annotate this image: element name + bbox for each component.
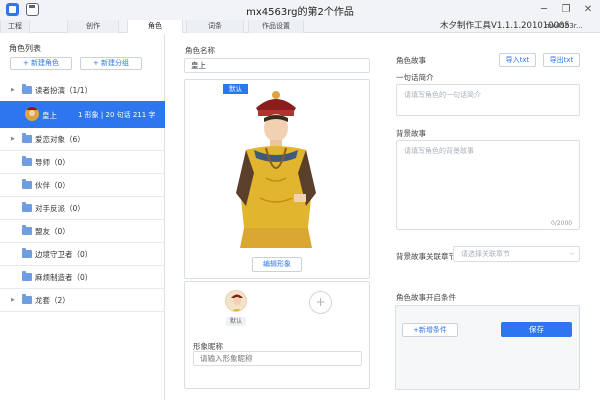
role-name-input[interactable] bbox=[184, 58, 370, 73]
image-list-panel bbox=[184, 281, 370, 389]
thumbnail-default-label: 默认 bbox=[226, 317, 246, 326]
group-ally[interactable]: 盟友（0） bbox=[0, 220, 165, 243]
group-extras[interactable]: ▶ 龙套（2） bbox=[0, 289, 165, 312]
intro-input[interactable]: 请填写角色的一句话简介 bbox=[396, 84, 580, 116]
role-name: 皇上 bbox=[42, 111, 57, 120]
group-label: 导师（0） bbox=[35, 158, 70, 167]
new-group-button[interactable]: + 新建分组 bbox=[80, 57, 142, 70]
folder-icon bbox=[22, 156, 32, 166]
folder-icon bbox=[22, 84, 32, 94]
folder-icon bbox=[22, 248, 32, 258]
group-label: 读者扮演（1/1） bbox=[35, 86, 93, 95]
tab-work-settings[interactable]: 作品设置 bbox=[248, 20, 304, 33]
folder-icon bbox=[22, 294, 32, 304]
add-condition-button[interactable]: +新增条件 bbox=[402, 323, 458, 337]
select-placeholder: 请选择关联章节 bbox=[461, 250, 510, 258]
user-name[interactable]: mx4563r... bbox=[545, 20, 583, 33]
expand-arrow-icon[interactable]: ▶ bbox=[11, 297, 15, 303]
role-story-title: 角色故事 bbox=[396, 56, 426, 65]
folder-icon bbox=[22, 271, 32, 281]
group-villain[interactable]: 对手反派（0） bbox=[0, 197, 165, 220]
group-label: 盟友（0） bbox=[35, 227, 70, 236]
folder-icon bbox=[22, 225, 32, 235]
folder-icon bbox=[22, 202, 32, 212]
role-item-selected[interactable]: 皇上 1 形象 | 20 句话 211 字 bbox=[0, 101, 165, 128]
edit-image-button[interactable]: 编辑形象 bbox=[252, 257, 302, 272]
background-story-label: 背景故事 bbox=[396, 129, 426, 138]
group-love[interactable]: ▶ 爱恋对象（6） bbox=[0, 128, 165, 151]
tab-role[interactable]: 角色 bbox=[127, 20, 183, 33]
image-thumbnail[interactable] bbox=[225, 290, 247, 312]
role-name-label: 角色名称 bbox=[185, 46, 215, 55]
group-guardian[interactable]: 边境守卫者（0） bbox=[0, 243, 165, 266]
window-title: mx4563rg的第2个作品 bbox=[246, 7, 354, 18]
group-label: 龙套（2） bbox=[35, 296, 70, 305]
tab-entries[interactable]: 词条 bbox=[186, 20, 244, 33]
group-mentor[interactable]: 导师（0） bbox=[0, 151, 165, 174]
group-label: 爱恋对象（6） bbox=[35, 135, 85, 144]
import-txt-button[interactable]: 导入txt bbox=[499, 53, 536, 67]
image-name-input[interactable] bbox=[193, 351, 362, 366]
save-button[interactable]: 保存 bbox=[501, 322, 572, 337]
group-partner[interactable]: 伙伴（0） bbox=[0, 174, 165, 197]
char-counter: 0/2000 bbox=[551, 220, 573, 227]
chevron-down-icon: ⌵ bbox=[569, 250, 574, 257]
tab-bar: 工程 创作 角色 词条 作品设置 木夕制作工具V1.1.1.201010005 … bbox=[0, 20, 600, 33]
group-reader[interactable]: ▶ 读者扮演（1/1） bbox=[0, 79, 165, 102]
close-icon[interactable]: ✕ bbox=[579, 2, 597, 18]
background-story-input[interactable]: 请填写角色的背景故事 bbox=[396, 140, 580, 230]
folder-icon bbox=[22, 133, 32, 143]
new-role-button[interactable]: + 新建角色 bbox=[10, 57, 72, 70]
related-chapter-label: 背景故事关联章节 bbox=[396, 252, 456, 261]
expand-arrow-icon[interactable]: ▶ bbox=[11, 87, 15, 93]
role-list-panel: 角色列表 + 新建角色 + 新建分组 ▶ 读者扮演（1/1） 皇上 1 形象 |… bbox=[0, 34, 165, 400]
group-troublemaker[interactable]: 麻烦制造者（0） bbox=[0, 266, 165, 289]
intro-label: 一句话简介 bbox=[396, 73, 434, 82]
add-image-button[interactable]: + bbox=[309, 291, 332, 314]
role-list-title: 角色列表 bbox=[9, 44, 41, 53]
tab-create[interactable]: 创作 bbox=[67, 20, 119, 33]
expand-arrow-icon[interactable]: ▶ bbox=[11, 136, 15, 142]
role-avatar bbox=[25, 107, 39, 121]
title-bar: mx4563rg的第2个作品 ─ ❐ ✕ bbox=[0, 0, 600, 20]
tab-project[interactable]: 工程 bbox=[0, 20, 30, 33]
related-chapter-select[interactable]: 请选择关联章节 ⌵ bbox=[453, 246, 580, 262]
group-label: 伙伴（0） bbox=[35, 181, 70, 190]
group-label: 边境守卫者（0） bbox=[35, 250, 93, 259]
restore-icon[interactable]: ❐ bbox=[557, 2, 575, 18]
character-portrait bbox=[236, 91, 316, 248]
open-condition-label: 角色故事开启条件 bbox=[396, 293, 456, 302]
export-txt-button[interactable]: 导出txt bbox=[543, 53, 580, 67]
open-condition-panel bbox=[395, 305, 580, 390]
folder-icon bbox=[22, 179, 32, 189]
group-label: 麻烦制造者（0） bbox=[35, 273, 93, 282]
role-stats: 1 形象 | 20 句话 211 字 bbox=[78, 111, 156, 119]
group-label: 对手反派（0） bbox=[35, 204, 85, 213]
minimize-icon[interactable]: ─ bbox=[535, 2, 553, 18]
